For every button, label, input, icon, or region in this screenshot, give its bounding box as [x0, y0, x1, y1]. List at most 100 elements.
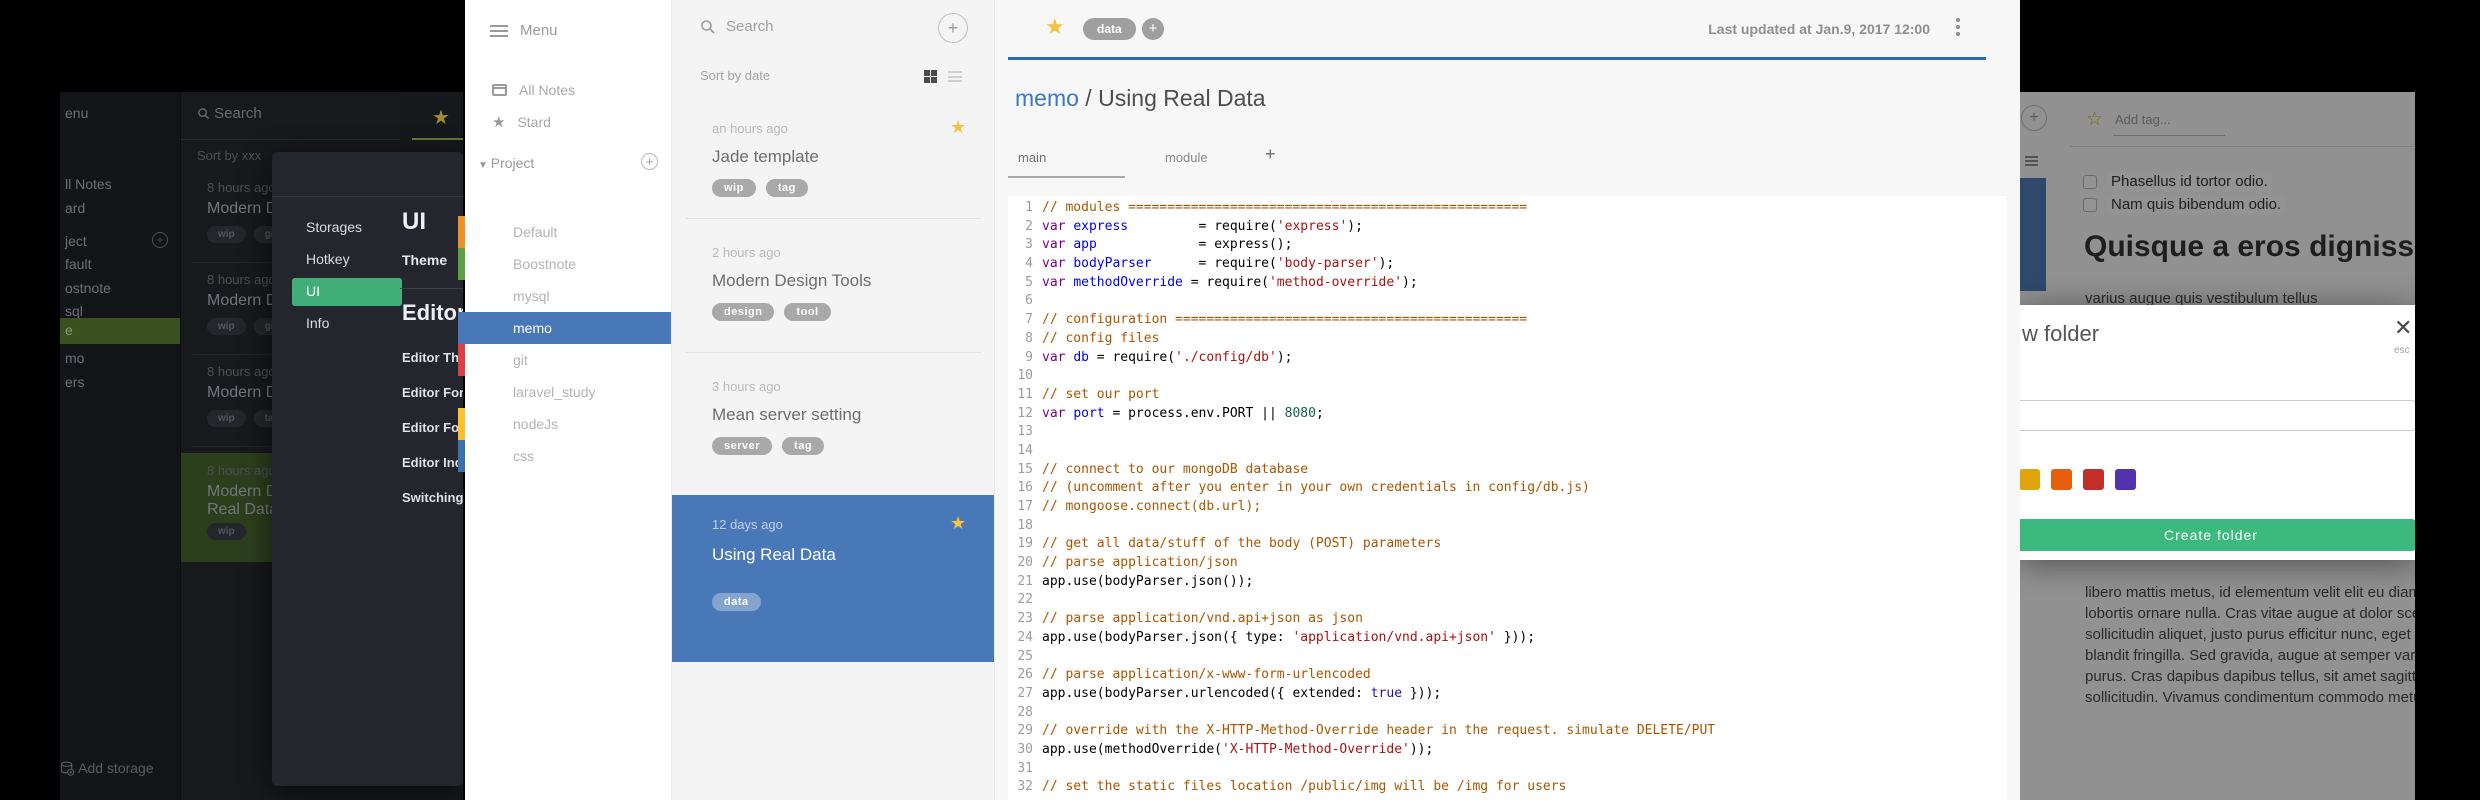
settings-tab-info[interactable]: Info [292, 310, 402, 338]
note-tag-badge[interactable]: data [1083, 18, 1136, 40]
new-note-button[interactable]: + [938, 13, 968, 43]
note-card[interactable]: 2 hours ago Modern Design Tools design tool [672, 219, 994, 352]
code-line: 28 [1008, 704, 2007, 723]
sidebar-item-starred[interactable]: ★ Stard [492, 113, 551, 131]
folder-item[interactable]: sql [65, 303, 83, 319]
code-line: 14 [1008, 442, 2007, 461]
project-header[interactable]: ▼ Project + [478, 153, 658, 171]
sidebar-folder-Default[interactable]: Default [465, 216, 671, 248]
settings-panel: Storages Hotkey UI Info UI Theme Editor Edi… [272, 152, 463, 786]
code-line: 32 // set the static files location /publ… [1008, 778, 2007, 797]
line-number: 23 [1017, 611, 1033, 627]
more-menu-icon[interactable] [1956, 18, 1960, 39]
star-icon[interactable]: ★ [950, 513, 966, 534]
sidebar-folder-git[interactable]: git [465, 344, 671, 376]
code-line: 16 // (uncomment after you enter in your … [1008, 479, 2007, 498]
code-token: 'X-HTTP-Method-Override' [1222, 741, 1410, 757]
sidebar-folder-css[interactable]: css [465, 440, 671, 472]
tag-pill: wip [207, 410, 246, 427]
color-swatch[interactable] [2051, 469, 2072, 490]
add-storage-button[interactable]: Add storage [60, 760, 154, 776]
menu-label[interactable]: enu [65, 105, 88, 121]
folder-color-bar [458, 248, 465, 280]
settings-tab-ui[interactable]: UI [292, 278, 402, 306]
folder-item-selected[interactable]: e [60, 318, 180, 344]
note-title: Jade template [712, 147, 819, 166]
line-number: 7 [1025, 312, 1033, 328]
note-title: memo / Using Real Data [1015, 85, 1266, 111]
code-editor[interactable]: 1 // modules ============================… [1008, 196, 2007, 800]
list-view-icon[interactable] [948, 71, 962, 82]
code-token: 'body-parser' [1276, 256, 1379, 272]
line-number: 11 [1017, 386, 1033, 402]
note-title: Using Real Data [712, 545, 836, 564]
note-folder-label[interactable]: memo [1015, 85, 1079, 111]
line-number: 21 [1017, 573, 1033, 589]
all-notes-item[interactable]: ll Notes [65, 176, 112, 192]
line-number: 24 [1017, 629, 1033, 645]
grid-view-icon[interactable] [924, 70, 937, 83]
sidebar-folder-memo[interactable]: memo [465, 312, 671, 344]
search-bar[interactable]: Search + [181, 92, 400, 140]
note-card[interactable]: 3 hours ago Mean server setting server tag [672, 353, 994, 475]
line-number: 15 [1017, 461, 1033, 477]
star-toggle-icon[interactable]: ★ [1045, 14, 1065, 40]
code-token: var [1042, 349, 1066, 365]
note-card[interactable]: 12 days ago ★ Using Real Data data [672, 495, 994, 662]
code-token: db [1073, 349, 1089, 365]
star-icon[interactable]: ★ [950, 117, 966, 138]
close-icon[interactable]: ✕ [2394, 315, 2412, 341]
code-token: // parse application/json [1042, 555, 1238, 571]
note-time: an hours ago [712, 121, 788, 136]
folder-name-input[interactable] [2020, 400, 2415, 431]
tab-main[interactable]: main [1018, 150, 1046, 165]
code-token: // modules =============================… [1042, 200, 1528, 215]
sort-selector[interactable]: Sort by xxx [197, 148, 261, 163]
sort-selector[interactable]: Sort by date [700, 68, 770, 83]
menu-button[interactable]: Menu [490, 22, 558, 39]
settings-item: Switching [402, 490, 463, 505]
line-number: 27 [1017, 685, 1033, 701]
folder-item[interactable]: fault [65, 256, 91, 272]
settings-tab-storages[interactable]: Storages [292, 214, 402, 242]
tag-pill: tag [782, 437, 825, 455]
code-token: ); [1276, 349, 1293, 365]
sidebar-folder-laravel_study[interactable]: laravel_study [465, 376, 671, 408]
starred-item[interactable]: ard [65, 200, 85, 216]
settings-panel-header [272, 152, 463, 197]
color-swatch[interactable] [2115, 469, 2136, 490]
search-input[interactable]: Search [197, 105, 262, 122]
code-line: 6 [1008, 292, 2007, 311]
sidebar: Menu All Notes ★ Stard ▼ Project + Defau… [465, 0, 672, 800]
add-folder-button[interactable]: + [641, 153, 658, 170]
code-line: 5 var methodOverride = require('method-ov… [1008, 274, 2007, 293]
add-tab-button[interactable]: + [1265, 144, 1276, 165]
code-line: 15 // connect to our mongoDB database [1008, 461, 2007, 480]
create-folder-button[interactable]: Create folder [2020, 519, 2415, 551]
folder-item[interactable]: mo [65, 350, 84, 366]
sidebar-folder-Boostnote[interactable]: Boostnote [465, 248, 671, 280]
star-icon[interactable]: ★ [432, 105, 450, 130]
sidebar-folder-nodeJs[interactable]: nodeJs [465, 408, 671, 440]
code-line: 4 var bodyParser = require('body-parser')… [1008, 255, 2007, 274]
color-swatch[interactable] [2083, 469, 2104, 490]
color-swatch[interactable] [2020, 469, 2040, 490]
line-number: 12 [1017, 405, 1033, 421]
sidebar-folder-mysql[interactable]: mysql [465, 280, 671, 312]
note-time: 8 hours ago [207, 364, 276, 379]
folder-item[interactable]: ostnote [65, 280, 111, 296]
code-line: 11 // set our port [1008, 386, 2007, 405]
tab-module[interactable]: module [1165, 150, 1208, 165]
code-line: 30 app.use(methodOverride('X-HTTP-Method-… [1008, 741, 2007, 760]
code-token: var [1042, 256, 1066, 272]
add-folder-icon[interactable]: + [152, 232, 168, 248]
note-card[interactable]: an hours ago ★ Jade template wip tag [672, 95, 994, 218]
settings-item: Editor Ind [402, 455, 463, 470]
sidebar-item-all-notes[interactable]: All Notes [492, 82, 575, 98]
folder-item[interactable]: ers [65, 374, 84, 390]
tag-pill: wip [712, 179, 756, 197]
line-number: 10 [1017, 368, 1033, 384]
add-tag-button[interactable]: + [1142, 18, 1164, 40]
search-input[interactable]: Search [700, 18, 774, 35]
settings-tab-hotkey[interactable]: Hotkey [292, 246, 402, 274]
